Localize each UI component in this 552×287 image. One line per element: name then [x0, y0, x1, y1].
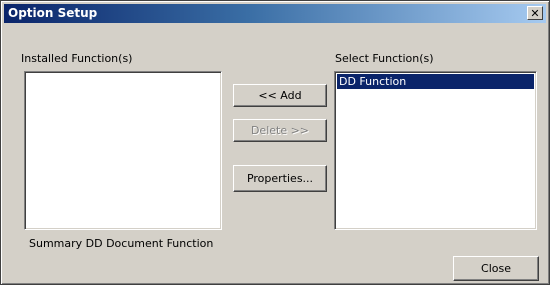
delete-button: Delete >>	[233, 119, 327, 142]
summary-text: Summary DD Document Function	[29, 237, 214, 250]
title-bar[interactable]: Option Setup ✕	[4, 4, 546, 23]
option-setup-dialog: Option Setup ✕ Installed Function(s) << …	[0, 0, 550, 285]
add-button[interactable]: << Add	[233, 84, 327, 107]
properties-button[interactable]: Properties...	[233, 165, 327, 192]
select-functions-label: Select Function(s)	[335, 52, 434, 65]
close-button[interactable]: Close	[453, 256, 539, 281]
window-title: Option Setup	[8, 6, 98, 20]
list-item-dd-function[interactable]: DD Function	[337, 74, 534, 89]
close-icon: ✕	[530, 7, 540, 20]
installed-functions-label: Installed Function(s)	[21, 52, 133, 65]
select-functions-list[interactable]: DD Function	[334, 71, 537, 230]
window-close-button[interactable]: ✕	[527, 6, 543, 20]
installed-functions-list[interactable]	[24, 71, 222, 230]
